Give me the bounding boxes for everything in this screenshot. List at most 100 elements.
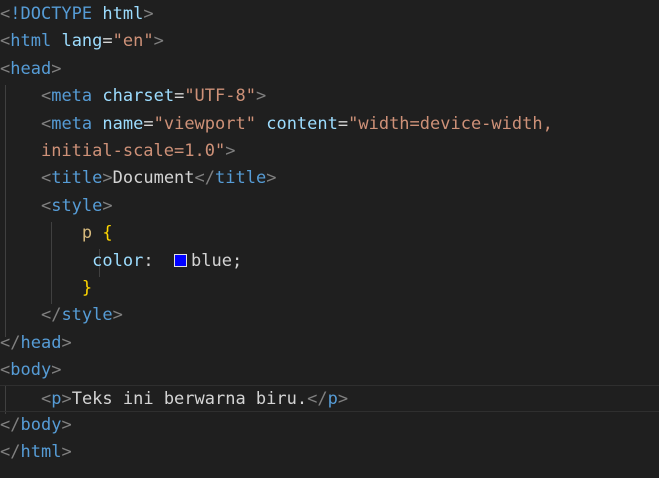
string-token: "UTF-8"	[184, 86, 256, 107]
punctuation-token: <	[40, 168, 52, 189]
punctuation-token: </	[0, 415, 21, 435]
text-token: blue;	[191, 250, 243, 271]
punctuation-token: >	[61, 332, 72, 353]
string-token: "en"	[112, 31, 154, 52]
punctuation-token: >	[266, 168, 277, 189]
code-line[interactable]: }	[0, 275, 659, 302]
code-line[interactable]: p {	[0, 220, 659, 247]
punctuation-token: >	[61, 442, 72, 463]
code-line[interactable]: <meta name="viewport" content="width=dev…	[0, 111, 659, 138]
code-line[interactable]: <meta charset="UTF-8">	[0, 83, 659, 110]
punctuation-token: <	[0, 31, 11, 52]
code-line[interactable]: <head>	[0, 56, 659, 83]
punctuation-token: >	[337, 388, 349, 409]
tag-name-token: meta	[51, 86, 93, 107]
tag-name-token: html	[10, 31, 52, 52]
color-swatch-icon[interactable]	[174, 253, 188, 267]
punctuation-token: >	[102, 195, 113, 216]
brace-token: {	[102, 223, 113, 244]
code-line[interactable]: <style>	[0, 193, 659, 220]
punctuation-token: <	[40, 113, 52, 134]
string-token: initial-scale=1.0"	[40, 141, 226, 161]
punctuation-token: >	[225, 141, 236, 161]
tag-name-token: head	[20, 332, 62, 353]
punctuation-token: </	[0, 332, 21, 353]
code-line[interactable]: initial-scale=1.0">	[0, 138, 659, 165]
selector-token: p	[81, 223, 93, 244]
attribute-name-token: html	[102, 4, 144, 24]
tag-name-token: title	[215, 168, 267, 189]
tag-name-token: title	[51, 168, 103, 189]
punctuation-token: <	[40, 86, 52, 107]
punctuation-token: </	[307, 388, 328, 409]
punctuation-token: <	[40, 388, 52, 409]
punctuation-token: >	[255, 86, 267, 107]
tag-name-token: body	[20, 415, 62, 435]
text-token: :	[143, 250, 175, 271]
tag-name-token: meta	[51, 113, 93, 134]
code-line[interactable]: </body>	[0, 412, 659, 439]
attribute-name-token: content	[266, 113, 338, 134]
code-line[interactable]: <title>Document</title>	[0, 165, 659, 192]
code-line[interactable]: color: blue;	[0, 248, 659, 275]
tag-name-token: head	[10, 58, 52, 79]
property-token: color	[92, 250, 144, 271]
punctuation-token: </	[40, 305, 62, 326]
text-token: Document	[112, 168, 195, 189]
punctuation-token: >	[153, 31, 164, 52]
code-line[interactable]: </head>	[0, 330, 659, 357]
text-token: =	[337, 113, 349, 134]
tag-name-token: !DOCTYPE	[10, 4, 93, 24]
punctuation-token: <	[40, 195, 52, 216]
tag-name-token: body	[10, 360, 52, 381]
punctuation-token: <	[0, 360, 11, 381]
attribute-name-token: charset	[102, 86, 175, 107]
code-line[interactable]: </html>	[0, 439, 659, 466]
punctuation-token: >	[61, 388, 72, 409]
text-token: =	[174, 86, 185, 107]
code-line[interactable]: <!DOCTYPE html>	[0, 1, 659, 28]
punctuation-token: >	[102, 168, 113, 189]
code-line[interactable]: <body>	[0, 357, 659, 384]
text-token: =	[143, 113, 154, 134]
attribute-name-token: name	[102, 113, 144, 134]
code-line[interactable]: </style>	[0, 302, 659, 329]
code-line[interactable]: <p>Teks ini berwarna biru.</p>	[0, 384, 659, 412]
punctuation-token: <	[0, 58, 11, 79]
tag-name-token: html	[20, 442, 62, 463]
string-token: "width=device-width,	[348, 113, 553, 134]
punctuation-token: >	[112, 305, 123, 326]
punctuation-token: >	[61, 415, 72, 435]
code-line[interactable]: <html lang="en">	[0, 28, 659, 55]
tag-name-token: p	[327, 388, 338, 409]
string-token: "viewport"	[153, 113, 256, 134]
attribute-name-token: lang	[61, 31, 103, 52]
brace-token: }	[81, 278, 93, 298]
code-editor[interactable]: <!DOCTYPE html> <html lang="en"> <head> <m…	[0, 0, 659, 478]
text-token: =	[102, 31, 113, 52]
tag-name-token: style	[51, 195, 103, 216]
punctuation-token: >	[51, 58, 62, 79]
punctuation-token: </	[194, 168, 216, 189]
text-token: Teks ini berwarna biru.	[71, 388, 308, 409]
tag-name-token: p	[51, 388, 62, 409]
tag-name-token: style	[61, 305, 113, 326]
punctuation-token: </	[0, 442, 21, 463]
punctuation-token: >	[51, 360, 62, 381]
